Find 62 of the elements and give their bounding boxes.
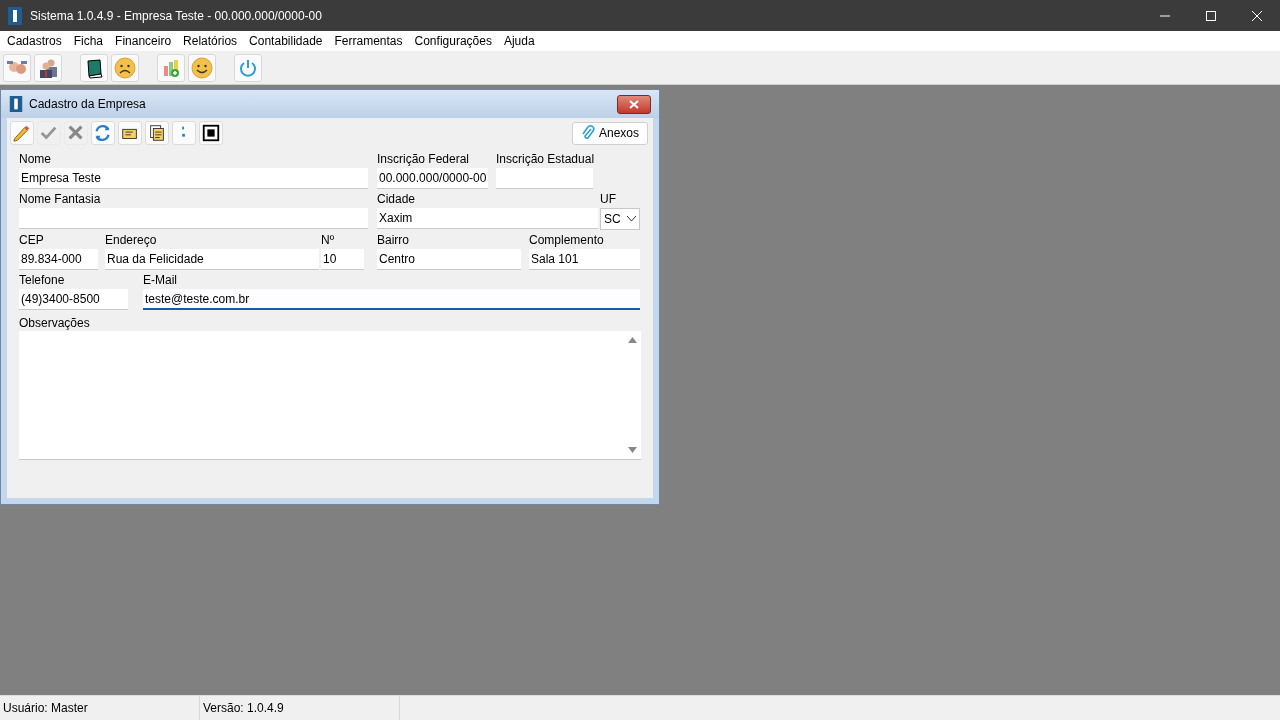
menu-item[interactable]: Ajuda <box>497 34 541 48</box>
input-field[interactable]: Centro <box>377 249 521 270</box>
status-text: Versão: 1.0.4.9 <box>200 696 400 720</box>
handshake-icon[interactable] <box>3 53 31 82</box>
field-label: Complemento <box>529 233 605 248</box>
maximize-icon[interactable] <box>1206 10 1216 21</box>
field-label: Nome Fantasia <box>19 192 102 207</box>
menu-item[interactable]: Relatórios <box>177 34 244 48</box>
menu-item[interactable]: Contabilidade <box>243 34 329 48</box>
field-label: Cidade <box>377 192 417 207</box>
input-field[interactable]: Rua da Felicidade <box>105 249 319 270</box>
pencil-icon[interactable] <box>10 121 34 145</box>
field-label: Endereço <box>105 233 158 248</box>
input-field[interactable]: Sala 101 <box>529 249 640 270</box>
menu-item[interactable]: Cadastros <box>1 34 68 48</box>
attachments-button[interactable]: Anexos <box>571 121 648 145</box>
dialog-title: Cadastro da Empresa <box>29 97 147 111</box>
input-field[interactable]: teste@teste.com.br <box>143 289 640 310</box>
menu-item[interactable]: Financeiro <box>109 34 178 48</box>
happy-icon[interactable] <box>188 53 216 82</box>
close-button[interactable] <box>617 94 651 114</box>
window-title: Sistema 1.0.4.9 - Empresa Teste - 00.000.000/0000-00 <box>30 8 323 23</box>
input-field[interactable]: 00.000.000/0000-00 <box>377 168 488 189</box>
chart-icon[interactable] <box>157 53 185 82</box>
field-label: UF <box>600 192 617 207</box>
input-field[interactable]: 89.834-000 <box>19 249 98 270</box>
field-label: Observações <box>19 316 91 331</box>
input-field[interactable] <box>496 168 593 189</box>
input-field[interactable]: Xaxim <box>377 208 598 229</box>
app-icon <box>9 96 23 112</box>
close-icon[interactable] <box>1252 10 1262 21</box>
menu-item[interactable]: Ferramentas <box>328 34 409 48</box>
status-text: Usuário: Master <box>0 696 200 720</box>
app-icon <box>8 6 22 25</box>
field-label: Inscrição Federal <box>377 152 471 167</box>
power-icon[interactable] <box>234 53 262 82</box>
scroll-down-icon[interactable] <box>628 447 637 453</box>
field-label: Bairro <box>377 233 410 248</box>
sad-icon[interactable] <box>111 53 139 82</box>
field-label: Inscrição Estadual <box>496 152 593 167</box>
dropdown[interactable]: SC <box>600 208 640 230</box>
field-label: Telefone <box>19 273 66 288</box>
scroll-up-icon[interactable] <box>628 337 637 343</box>
field-label: Nome <box>19 152 52 167</box>
input-field[interactable] <box>19 208 368 229</box>
input-field[interactable]: 10 <box>321 249 364 270</box>
notes-field[interactable] <box>19 331 641 460</box>
field-label: E-Mail <box>143 273 178 288</box>
book-icon[interactable] <box>80 53 108 82</box>
caret-icon <box>627 216 636 222</box>
field-label: CEP <box>19 233 45 248</box>
field-label: Nº <box>321 233 336 248</box>
paperclip-icon <box>580 125 595 141</box>
menu-item[interactable]: Configurações <box>408 34 498 48</box>
refresh-icon[interactable] <box>91 121 115 145</box>
menu-item[interactable]: Ficha <box>67 34 110 48</box>
people-icon[interactable] <box>34 53 62 82</box>
close-icon <box>629 99 639 109</box>
input-field[interactable]: (49)3400-8500 <box>19 289 128 310</box>
square-icon[interactable] <box>199 121 223 145</box>
input-field[interactable]: Empresa Teste <box>19 168 368 189</box>
copy-icon[interactable] <box>145 121 169 145</box>
